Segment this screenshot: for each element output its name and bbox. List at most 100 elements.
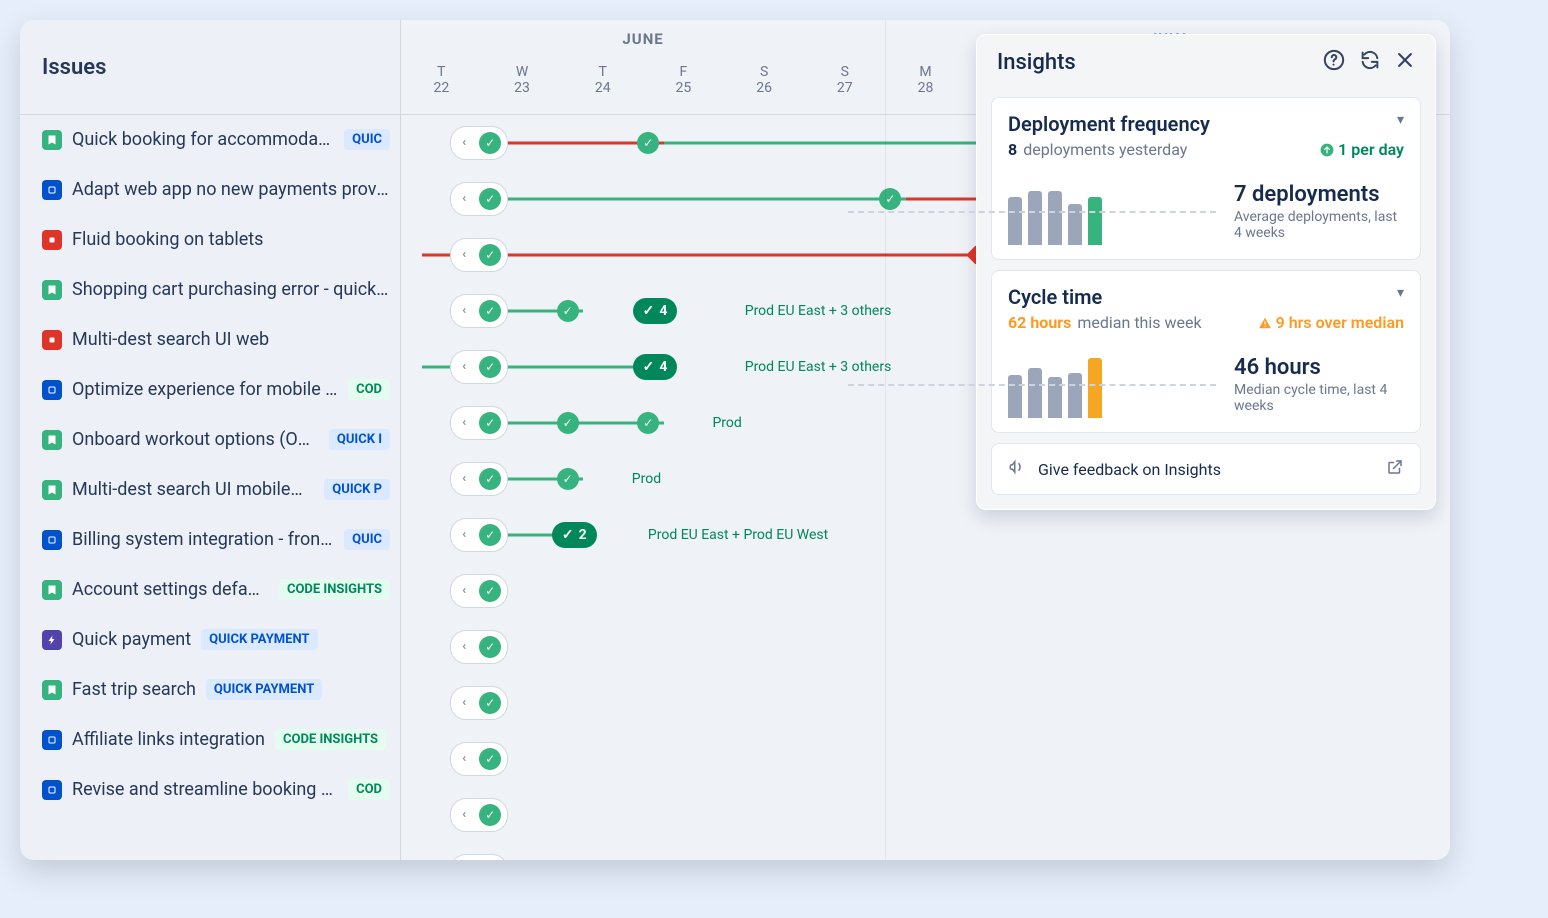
- issue-type-icon: [42, 180, 62, 200]
- chevron-down-icon[interactable]: ▾: [1397, 112, 1404, 128]
- check-icon: ✓: [479, 636, 501, 658]
- app-frame: Issues Quick booking for accommodationsQ…: [20, 20, 1450, 860]
- issue-row[interactable]: Fast trip search QUICK PAYMENT: [20, 665, 400, 715]
- issue-title: Adapt web app no new payments provide: [72, 179, 390, 200]
- issue-title: Affiliate links integration: [72, 729, 265, 750]
- close-icon[interactable]: [1395, 50, 1415, 74]
- issue-row[interactable]: Quick paymentQUICK PAYMENT: [20, 615, 400, 665]
- issue-type-icon: [42, 680, 62, 700]
- timeline-day: S26: [724, 64, 805, 114]
- issue-row[interactable]: Multi-dest search UI mobilewebQUICK P: [20, 465, 400, 515]
- environment-label: Prod EU East + 3 others: [745, 303, 892, 319]
- feedback-link[interactable]: Give feedback on Insights: [991, 443, 1421, 495]
- chevron-left-icon: ‹: [455, 471, 473, 486]
- cycle-title: Cycle time: [1008, 285, 1102, 309]
- epic-badge: COD: [348, 379, 390, 400]
- check-icon: ✓: [479, 356, 501, 378]
- chart-bar: [1028, 368, 1042, 419]
- chart-bar: [1088, 358, 1102, 418]
- timeline-row[interactable]: ‹✓: [401, 731, 1450, 787]
- issue-title: Billing system integration - frontend: [72, 529, 334, 550]
- epic-badge: QUICK P: [324, 479, 390, 500]
- cycle-chart-text: 46 hours Median cycle time, last 4 weeks: [1234, 355, 1404, 414]
- issue-type-icon: [42, 580, 62, 600]
- check-icon: ✓: [637, 412, 659, 434]
- chevron-left-icon: ‹: [455, 583, 473, 598]
- issue-type-icon: [42, 430, 62, 450]
- chart-bar: [1048, 377, 1062, 418]
- deploy-start-pill[interactable]: ‹✓: [450, 462, 508, 496]
- chevron-left-icon: ‹: [455, 135, 473, 150]
- deploy-start-pill[interactable]: ‹✓: [450, 182, 508, 216]
- issue-type-icon: [42, 230, 62, 250]
- deploy-start-pill[interactable]: ‹✓: [450, 518, 508, 552]
- deploy-start-pill[interactable]: ‹✓: [450, 350, 508, 384]
- month-june: JUNE: [401, 20, 885, 64]
- chart-bar: [1088, 197, 1102, 245]
- chevron-left-icon: ‹: [455, 191, 473, 206]
- deploy-start-pill[interactable]: ‹✓: [450, 126, 508, 160]
- check-icon: ✓: [479, 468, 501, 490]
- deploy-start-pill[interactable]: ‹✓: [450, 630, 508, 664]
- timeline-day: T22: [401, 64, 482, 114]
- timeline-row[interactable]: ‹✓: [401, 619, 1450, 675]
- deploy-start-pill[interactable]: ‹✓: [450, 294, 508, 328]
- check-icon: ✓: [479, 188, 501, 210]
- cycle-bars: [1008, 350, 1216, 418]
- check-icon: ✓: [479, 412, 501, 434]
- card-deployment-frequency[interactable]: Deployment frequency ▾ 8 deployments yes…: [991, 97, 1421, 260]
- card-cycle-time[interactable]: Cycle time ▾ 62 hours median this week 9…: [991, 270, 1421, 433]
- issue-row[interactable]: Shopping cart purchasing error - quick f…: [20, 265, 400, 315]
- issue-title: Quick payment: [72, 629, 191, 650]
- issue-row[interactable]: Affiliate links integrationCODE INSIGHTS: [20, 715, 400, 765]
- help-icon[interactable]: [1323, 49, 1345, 75]
- issue-row[interactable]: Optimize experience for mobile webCOD: [20, 365, 400, 415]
- timeline-row[interactable]: ‹✓: [401, 563, 1450, 619]
- refresh-icon[interactable]: [1359, 49, 1381, 75]
- timeline-row[interactable]: ‹✓: [401, 843, 1450, 860]
- check-icon: ✓: [479, 580, 501, 602]
- deploy-start-pill[interactable]: ‹✓: [450, 742, 508, 776]
- issue-row[interactable]: Onboard workout options (OWO)QUICK I: [20, 415, 400, 465]
- deploy-count-pill[interactable]: ✓2: [552, 522, 597, 548]
- timeline-row[interactable]: ‹✓: [401, 787, 1450, 843]
- issue-row[interactable]: Account settings defaultsCODE INSIGHTS: [20, 565, 400, 615]
- deploy-start-pill[interactable]: ‹✓: [450, 686, 508, 720]
- epic-badge: QUIC: [344, 529, 390, 550]
- deploy-start-pill[interactable]: ‹✓: [450, 406, 508, 440]
- deploy-title: Deployment frequency: [1008, 112, 1210, 136]
- chevron-left-icon: ‹: [455, 247, 473, 262]
- issue-row[interactable]: Adapt web app no new payments provide: [20, 165, 400, 215]
- cycle-median-suffix: median this week: [1077, 313, 1201, 332]
- issue-row[interactable]: Billing system integration - frontend QUI…: [20, 515, 400, 565]
- issue-type-icon: [42, 530, 62, 550]
- deploy-count-pill[interactable]: ✓4: [633, 298, 678, 324]
- deploy-start-pill[interactable]: ‹✓: [450, 238, 508, 272]
- timeline-segment: [503, 197, 906, 200]
- issue-title: Onboard workout options (OWO): [72, 429, 319, 450]
- chevron-left-icon: ‹: [455, 695, 473, 710]
- issue-row[interactable]: Multi-dest search UI web: [20, 315, 400, 365]
- timeline-row[interactable]: ‹✓✓2Prod EU East + Prod EU West: [401, 507, 1450, 563]
- issue-title: Quick booking for accommodations: [72, 129, 334, 150]
- deploy-count-pill[interactable]: ✓4: [633, 354, 678, 380]
- check-icon: ✓: [479, 860, 501, 861]
- issue-title: Multi-dest search UI web: [72, 329, 269, 350]
- epic-badge: QUICK PAYMENT: [206, 679, 322, 700]
- issue-type-icon: [42, 280, 62, 300]
- deploy-start-pill[interactable]: ‹✓: [450, 574, 508, 608]
- chevron-down-icon[interactable]: ▾: [1397, 285, 1404, 301]
- epic-badge: QUIC: [344, 129, 390, 150]
- deploy-start-pill[interactable]: ‹✓: [450, 798, 508, 832]
- issue-title: Fast trip search: [72, 679, 196, 700]
- timeline-row[interactable]: ‹✓: [401, 675, 1450, 731]
- epic-badge: COD: [348, 779, 390, 800]
- issue-row[interactable]: Revise and streamline booking flowCOD: [20, 765, 400, 815]
- issue-title: Account settings defaults: [72, 579, 269, 600]
- deploy-start-pill[interactable]: ‹✓: [450, 854, 508, 861]
- issue-row[interactable]: Quick booking for accommodations QUIC: [20, 115, 400, 165]
- timeline-segment: [503, 253, 987, 256]
- environment-label: Prod EU East + 3 others: [745, 359, 892, 375]
- chevron-left-icon: ‹: [455, 359, 473, 374]
- issue-row[interactable]: Fluid booking on tablets: [20, 215, 400, 265]
